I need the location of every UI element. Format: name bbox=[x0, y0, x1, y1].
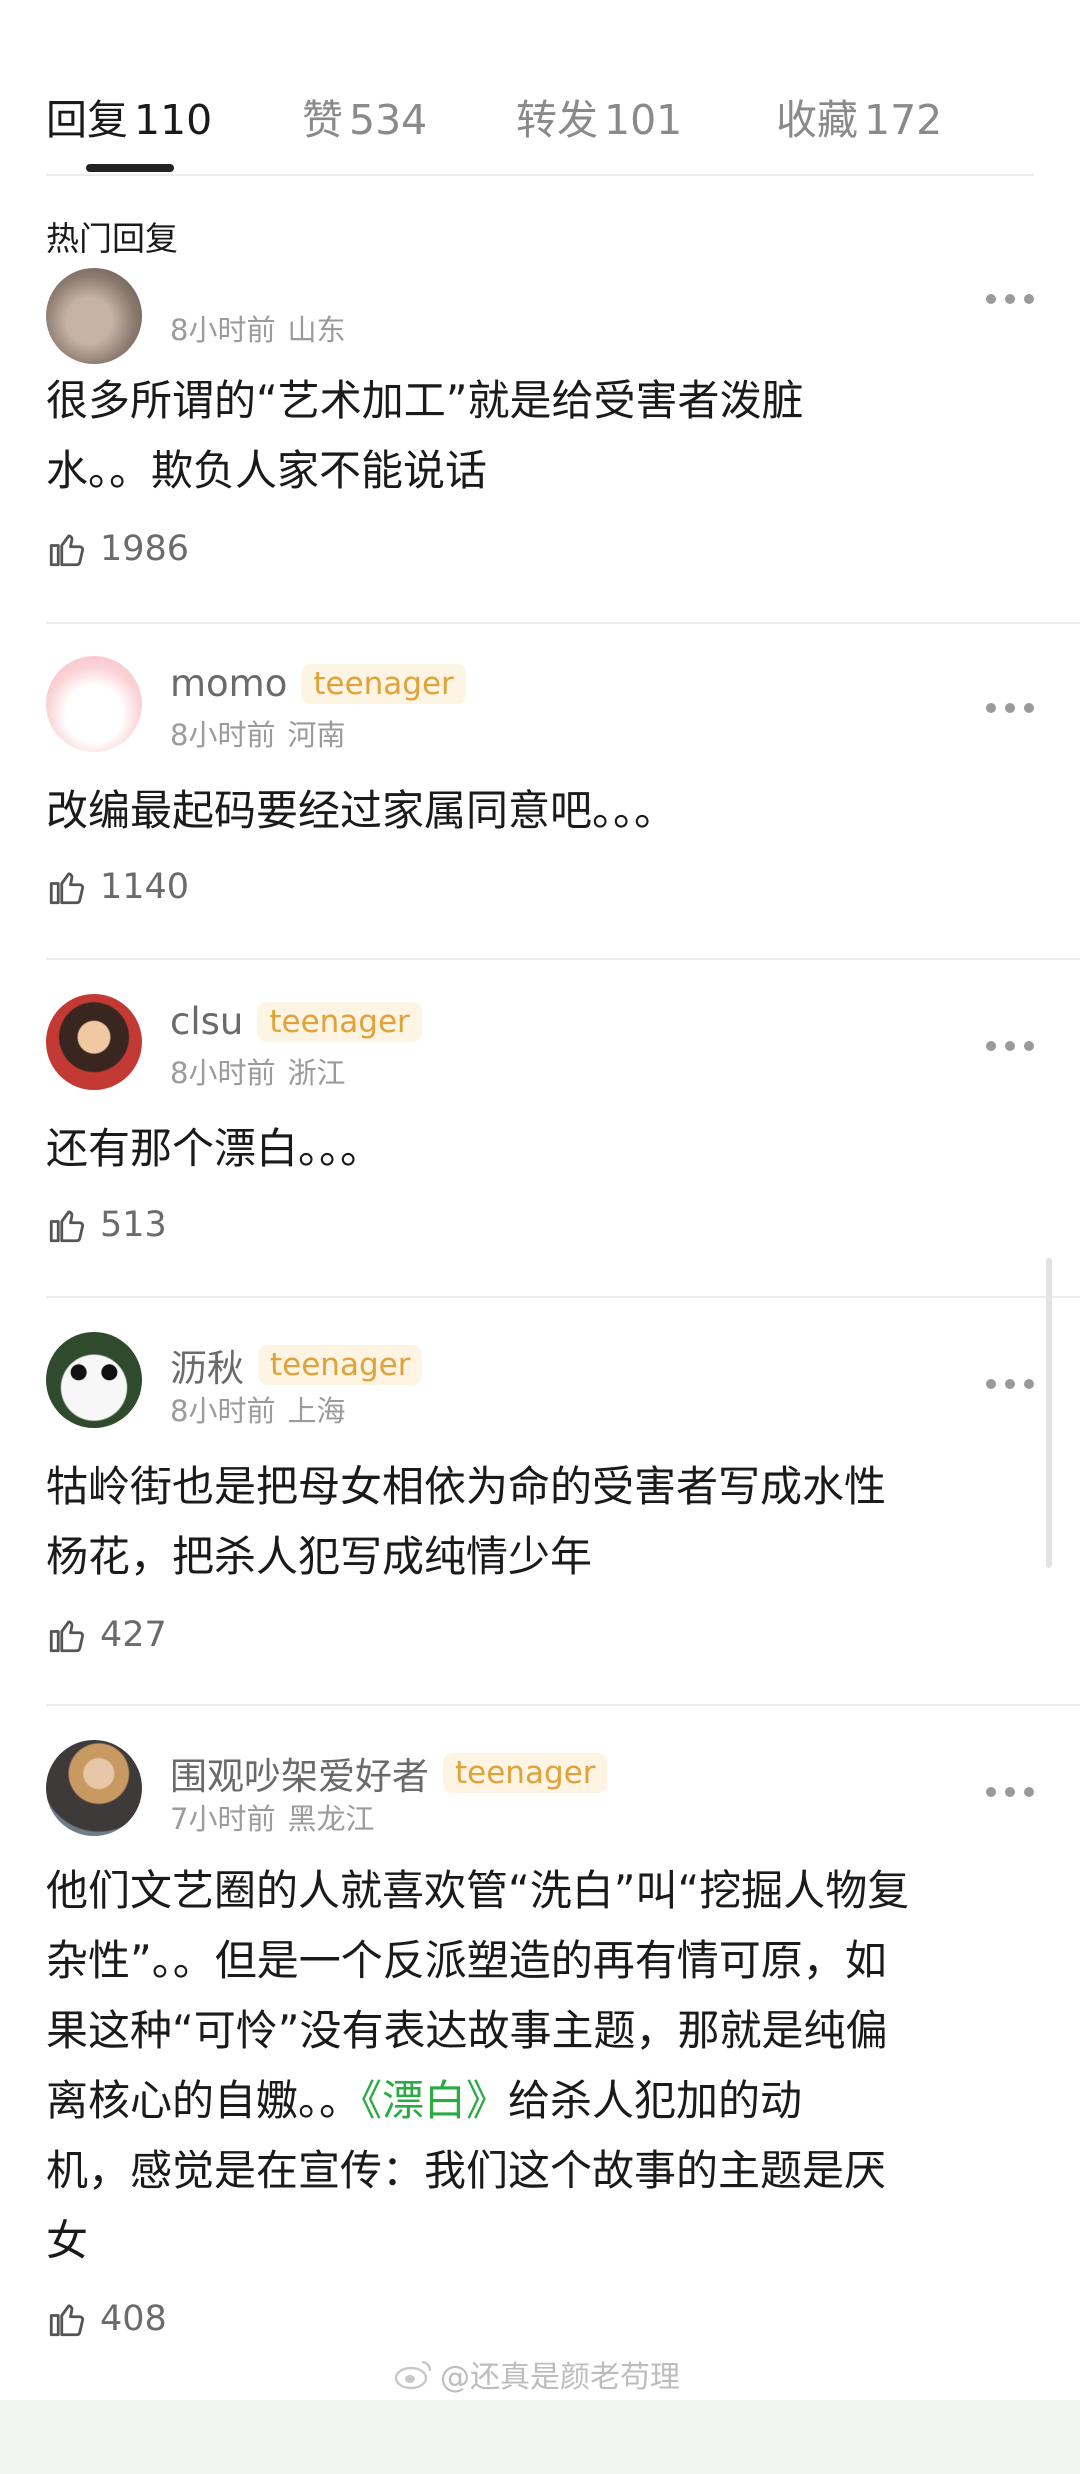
tab-count: 110 bbox=[134, 96, 213, 144]
comment-time: 8小时前 bbox=[170, 1394, 276, 1428]
avatar[interactable] bbox=[46, 268, 142, 364]
tab-count: 172 bbox=[864, 96, 943, 144]
tab-label: 转发 bbox=[516, 96, 598, 144]
thumbs-up-icon bbox=[49, 1210, 85, 1243]
comment-item: clsu teenager 8小时前 浙江 还有那个漂白。。。 513 bbox=[46, 994, 1080, 1294]
tab-likes[interactable]: 赞 534 bbox=[302, 80, 516, 174]
comment-location: 黑龙江 bbox=[287, 1802, 375, 1836]
like-count: 427 bbox=[100, 1615, 167, 1655]
divider bbox=[46, 958, 1080, 960]
tab-reposts[interactable]: 转发 101 bbox=[516, 80, 776, 174]
comment-content: 牯岭街也是把母女相依为命的受害者写成水性 杨花，把杀人犯写成纯情少年 bbox=[46, 1462, 887, 1581]
thumbs-up-icon bbox=[49, 2304, 85, 2337]
avatar[interactable] bbox=[46, 656, 142, 752]
comment-time: 8小时前 bbox=[170, 718, 276, 752]
comment-meta: 8小时前 河南 bbox=[170, 712, 345, 754]
user-badge: teenager bbox=[443, 1753, 608, 1793]
divider bbox=[46, 622, 1080, 624]
username[interactable]: momo bbox=[170, 662, 287, 705]
comment-item: momo teenager 8小时前 河南 改编最起码要经过家属同意吧。。。 11… bbox=[46, 656, 1080, 956]
user-badge: teenager bbox=[257, 1001, 422, 1042]
comment-time: 7小时前 bbox=[170, 1802, 276, 1836]
username[interactable]: 围观吵架爱好者 bbox=[170, 1746, 429, 1800]
tab-bar: 回复 110 赞 534 转发 101 收藏 172 bbox=[46, 80, 1034, 176]
thumbs-up-icon bbox=[49, 1620, 85, 1653]
like-count: 408 bbox=[100, 2299, 167, 2339]
comment-meta: 8小时前 山东 bbox=[170, 307, 345, 349]
more-icon[interactable] bbox=[986, 1379, 1034, 1391]
comment-location: 上海 bbox=[287, 1394, 346, 1428]
user-badge: teenager bbox=[301, 663, 466, 704]
watermark: @还真是颜老苟理 bbox=[394, 2352, 680, 2396]
comment-item: 8小时前 山东 很多所谓的“艺术加工”就是给受害者泼脏 水。。欺负人家不能说话 1… bbox=[46, 268, 1080, 622]
comment-item: 围观吵架爱好者 teenager 7小时前 黑龙江 他们文艺圈的人就喜欢管“洗白”… bbox=[46, 1740, 1080, 2340]
like-count: 1986 bbox=[100, 529, 190, 569]
comment-item: 沥秋 teenager 8小时前 上海 牯岭街也是把母女相依为命的受害者写成水性 … bbox=[46, 1332, 1080, 1702]
tab-favorites[interactable]: 收藏 172 bbox=[776, 80, 942, 174]
comment-location: 山东 bbox=[287, 313, 346, 347]
comment-meta: 8小时前 上海 bbox=[170, 1388, 345, 1430]
user-badge: teenager bbox=[258, 1345, 423, 1385]
bottom-bar bbox=[0, 2400, 1080, 2474]
like-button[interactable]: 1140 bbox=[46, 866, 189, 908]
avatar[interactable] bbox=[46, 994, 142, 1090]
tab-replies[interactable]: 回复 110 bbox=[46, 80, 302, 174]
divider bbox=[46, 1704, 1080, 1706]
comment-content: 改编最起码要经过家属同意吧。。。 bbox=[46, 786, 677, 835]
comment-content: 很多所谓的“艺术加工”就是给受害者泼脏 水。。欺负人家不能说话 bbox=[46, 376, 804, 495]
comment-content: 他们文艺圈的人就喜欢管“洗白”叫“挖掘人物复 杂性”。。但是一个反派塑造的再有情… bbox=[46, 1856, 1016, 2276]
divider bbox=[46, 1296, 1080, 1298]
username[interactable]: clsu bbox=[170, 1000, 243, 1043]
tab-count: 101 bbox=[604, 96, 683, 144]
weibo-logo-icon bbox=[394, 2360, 432, 2390]
more-icon[interactable] bbox=[986, 703, 1034, 715]
comment-time: 8小时前 bbox=[170, 1056, 276, 1090]
tab-count: 534 bbox=[349, 96, 428, 144]
tab-label: 赞 bbox=[302, 96, 343, 144]
avatar[interactable] bbox=[46, 1740, 142, 1836]
more-icon[interactable] bbox=[986, 1041, 1034, 1053]
comment-meta: 8小时前 浙江 bbox=[170, 1050, 345, 1092]
tab-label: 收藏 bbox=[776, 96, 858, 144]
tab-label: 回复 bbox=[46, 96, 128, 144]
comment-location: 河南 bbox=[287, 718, 346, 752]
like-count: 1140 bbox=[100, 867, 190, 907]
like-button[interactable]: 1986 bbox=[46, 528, 189, 570]
comment-location: 浙江 bbox=[287, 1056, 346, 1090]
more-icon[interactable] bbox=[986, 1787, 1034, 1799]
like-button[interactable]: 513 bbox=[46, 1204, 167, 1246]
topic-link[interactable]: 《漂白》 bbox=[361, 2076, 508, 2125]
scrollbar[interactable] bbox=[1046, 1258, 1052, 1568]
like-button[interactable]: 408 bbox=[46, 2298, 167, 2340]
avatar[interactable] bbox=[46, 1332, 142, 1428]
comment-content: 还有那个漂白。。。 bbox=[46, 1124, 383, 1173]
thumbs-up-icon bbox=[49, 534, 85, 567]
watermark-text: @还真是颜老苟理 bbox=[440, 2360, 680, 2395]
comment-meta: 7小时前 黑龙江 bbox=[170, 1796, 374, 1838]
section-title: 热门回复 bbox=[46, 219, 178, 258]
like-count: 513 bbox=[100, 1205, 167, 1245]
username[interactable]: 沥秋 bbox=[170, 1338, 244, 1392]
comment-time: 8小时前 bbox=[170, 313, 276, 347]
like-button[interactable]: 427 bbox=[46, 1614, 167, 1656]
more-icon[interactable] bbox=[986, 294, 1034, 306]
thumbs-up-icon bbox=[49, 872, 85, 905]
